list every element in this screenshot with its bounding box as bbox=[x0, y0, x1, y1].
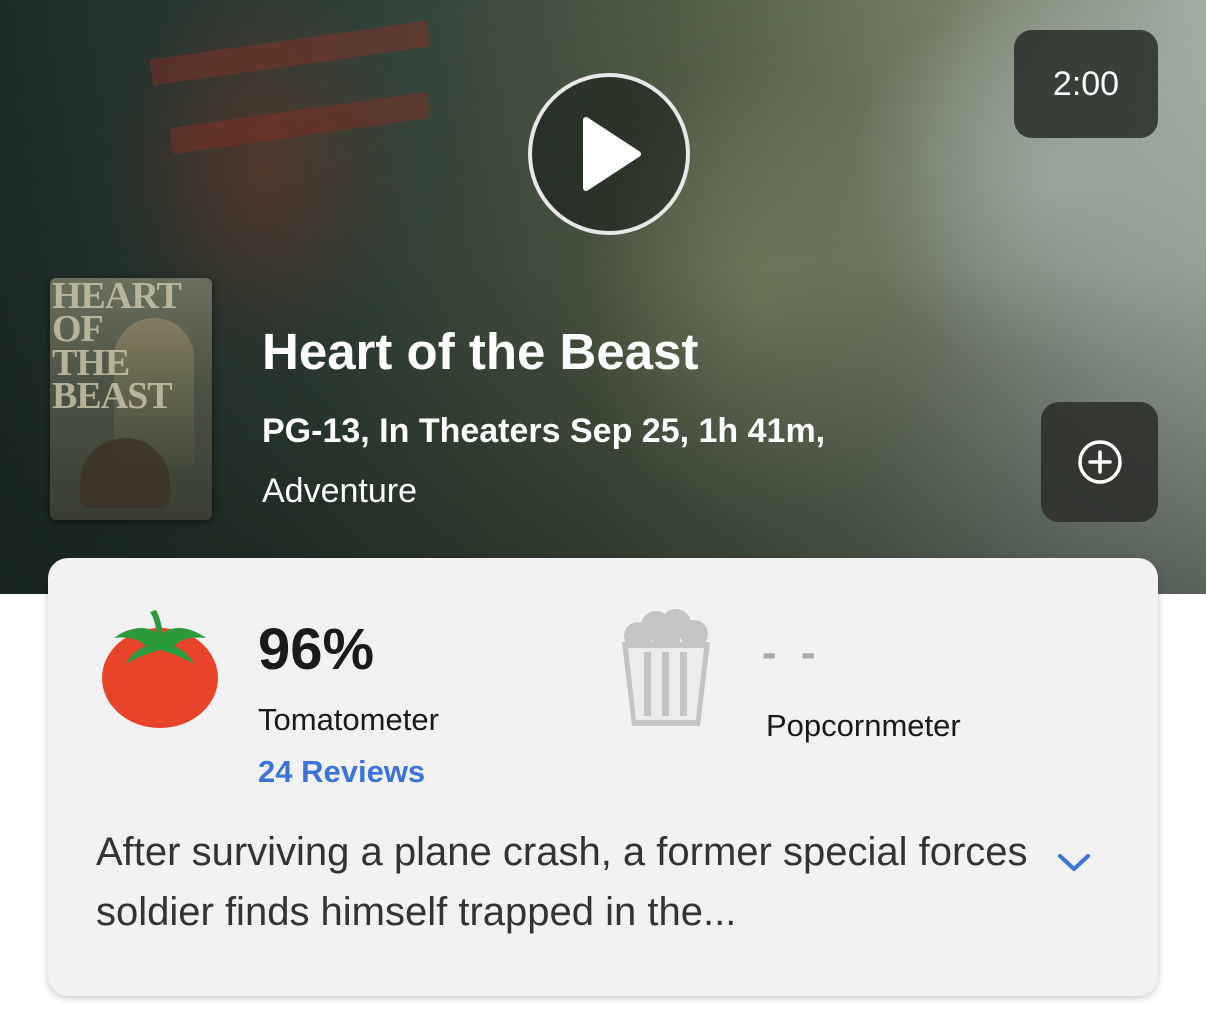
play-icon bbox=[583, 117, 641, 191]
chevron-down-icon bbox=[1058, 854, 1090, 871]
ratings-card: 96% Tomatometer 24 Reviews - - Popcornme… bbox=[48, 558, 1158, 996]
popcornmeter-label: Popcornmeter bbox=[766, 708, 961, 743]
video-duration: 2:00 bbox=[1014, 30, 1158, 138]
tomatometer-label: Tomatometer bbox=[258, 702, 439, 737]
expand-synopsis-button[interactable] bbox=[1052, 840, 1096, 884]
plus-circle-icon bbox=[1077, 440, 1122, 484]
movie-poster[interactable]: HEART OF THE BEAST bbox=[50, 278, 212, 520]
tomatometer-score: 96% bbox=[258, 617, 375, 682]
movie-meta: PG-13, In Theaters Sep 25, 1h 41m, bbox=[262, 412, 826, 450]
play-button[interactable] bbox=[528, 73, 690, 235]
poster-title-art: HEART OF THE BEAST bbox=[52, 278, 182, 418]
movie-genre: Adventure bbox=[262, 472, 417, 510]
tomato-icon bbox=[102, 610, 218, 728]
synopsis-text: After surviving a plane crash, a former … bbox=[96, 830, 1028, 934]
popcorn-bucket-icon bbox=[622, 609, 710, 726]
add-to-watchlist-button[interactable] bbox=[1041, 402, 1158, 522]
reviews-link[interactable]: 24 Reviews bbox=[258, 754, 425, 790]
movie-title: Heart of the Beast bbox=[262, 323, 699, 380]
popcornmeter-score: - - bbox=[762, 628, 822, 677]
hero-video-background[interactable]: 2:00 HEART OF THE BEAST Heart of the Bea… bbox=[0, 0, 1206, 594]
